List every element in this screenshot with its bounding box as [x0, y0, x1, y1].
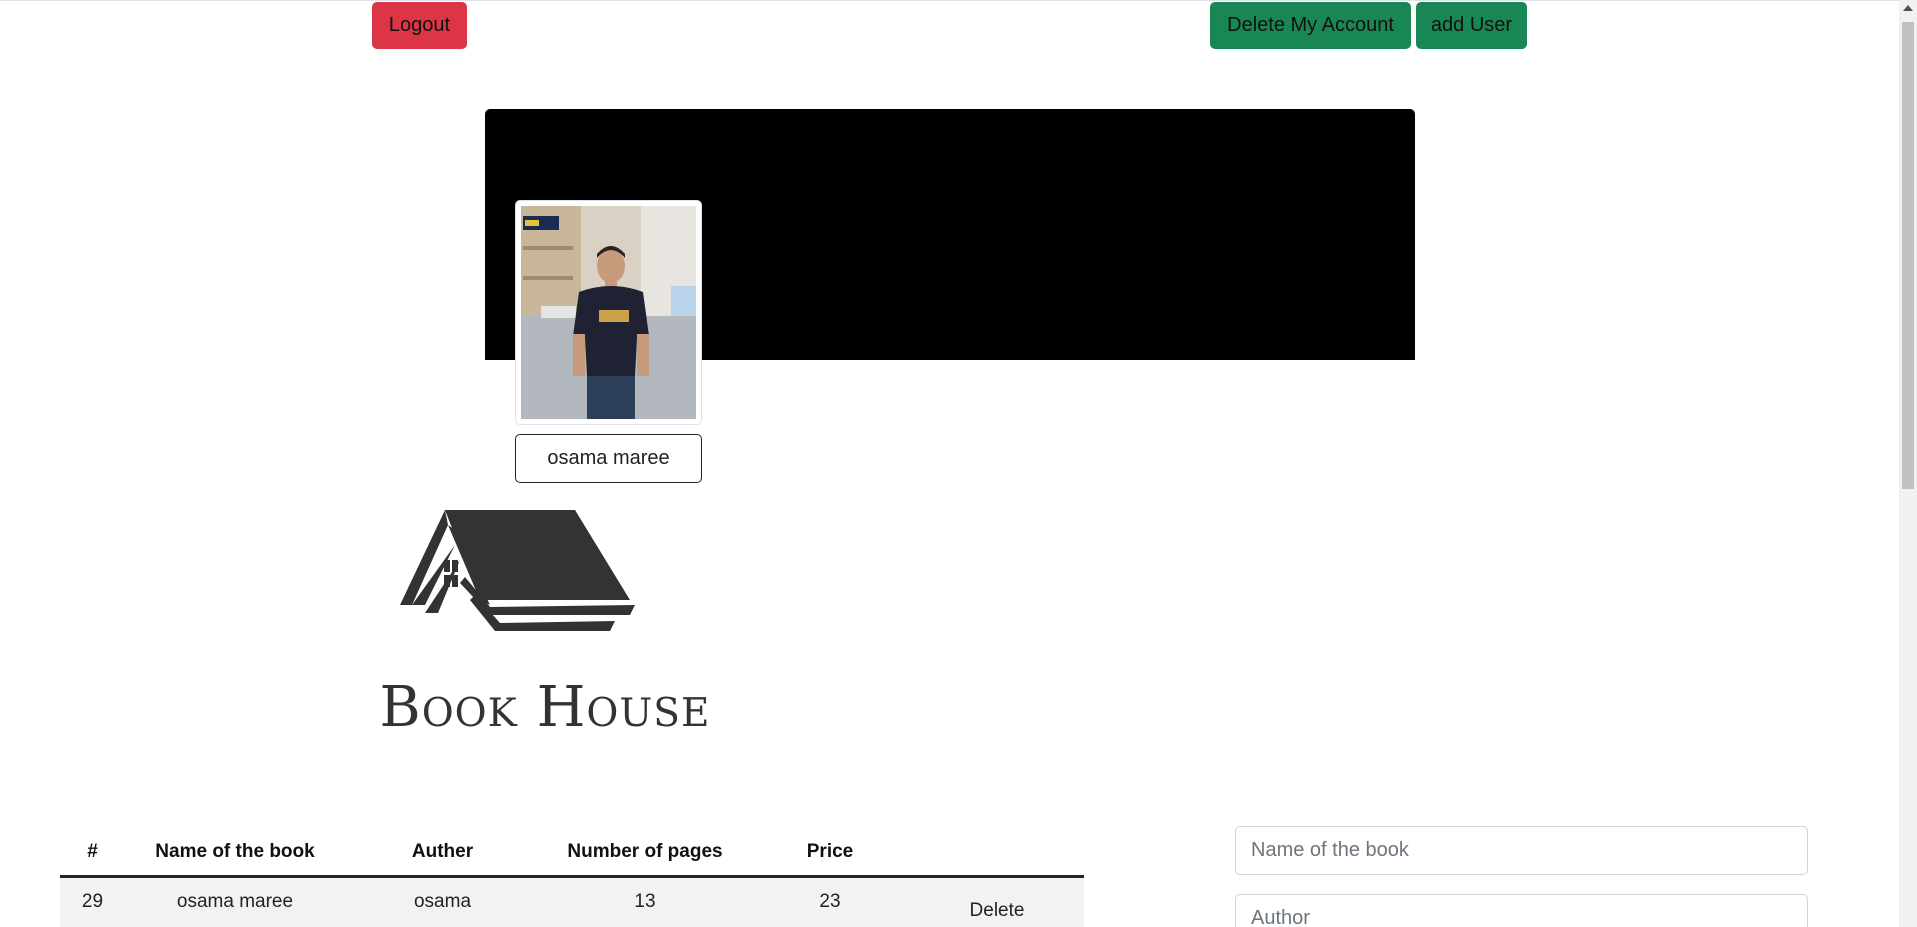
delete-account-button[interactable]: Delete My Account — [1210, 2, 1411, 49]
logout-button[interactable]: Logout — [372, 2, 467, 49]
author-input[interactable] — [1235, 894, 1808, 927]
cell-pages: 13 — [540, 876, 750, 927]
table-row: 29 osama maree osama 13 23 Delete — [60, 876, 1084, 927]
column-header-price: Price — [750, 830, 910, 878]
table-header-row: # Name of the book Auther Number of page… — [60, 830, 1084, 878]
cell-price: 23 — [750, 876, 910, 927]
avatar — [515, 200, 702, 425]
brand-name: Book House — [379, 675, 711, 740]
cell-id: 29 — [60, 876, 125, 927]
cell-author: osama — [345, 876, 540, 927]
profile-name: osama maree — [515, 434, 702, 483]
add-user-button[interactable]: add User — [1416, 2, 1527, 49]
top-border — [0, 0, 1899, 1]
book-name-input[interactable] — [1235, 826, 1808, 875]
profile-photo — [521, 206, 696, 419]
books-table: # Name of the book Auther Number of page… — [60, 830, 1084, 927]
column-header-name: Name of the book — [125, 830, 345, 878]
delete-button[interactable]: Delete — [910, 876, 1084, 927]
cell-name: osama maree — [125, 876, 345, 927]
scrollbar-thumb[interactable] — [1902, 22, 1914, 489]
column-header-author: Auther — [345, 830, 540, 878]
column-header-action — [910, 830, 1084, 878]
scroll-up-icon[interactable] — [1903, 5, 1913, 11]
vertical-scrollbar[interactable] — [1899, 0, 1917, 927]
column-header-id: # — [60, 830, 125, 878]
column-header-pages: Number of pages — [540, 830, 750, 878]
